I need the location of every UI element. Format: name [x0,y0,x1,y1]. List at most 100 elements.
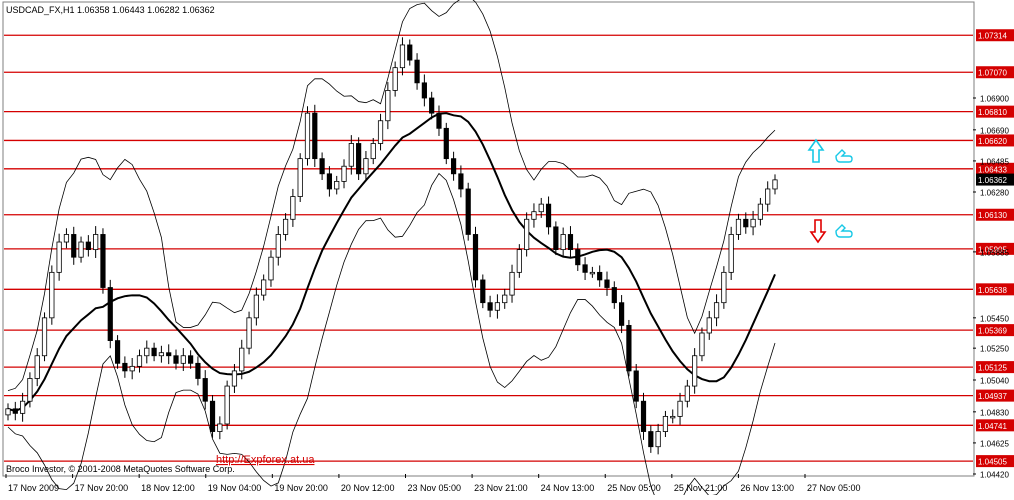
candle-body[interactable] [670,415,676,419]
candle-body[interactable] [677,400,683,417]
candle-body[interactable] [743,218,749,228]
candle-body[interactable] [392,67,398,91]
candle-body[interactable] [341,165,347,182]
candle-body[interactable] [619,302,625,326]
candle-body[interactable] [49,271,55,319]
candle-body[interactable] [326,173,333,190]
candle-body[interactable] [407,44,413,61]
candle-body[interactable] [224,385,230,425]
candle-body[interactable] [692,355,698,387]
candle-body[interactable] [246,317,252,349]
candle-body[interactable] [735,218,742,235]
candle-body[interactable] [545,203,552,228]
candle-body[interactable] [648,431,654,448]
candle-body[interactable] [553,226,559,251]
candle-body[interactable] [63,234,70,243]
candle-body[interactable] [188,355,194,364]
candle-body[interactable] [582,264,588,273]
candle-body[interactable] [567,234,574,251]
candle-body[interactable] [166,352,172,357]
candle-body[interactable] [377,120,384,144]
candle-body[interactable] [728,234,734,273]
candle-body[interactable] [93,234,99,251]
candle-body[interactable] [290,196,296,220]
candle-body[interactable] [699,332,705,357]
candle-body[interactable] [524,218,530,251]
candle-body[interactable] [144,347,150,357]
candle-body[interactable] [268,256,274,281]
candle-body[interactable] [173,355,179,364]
candle-body[interactable] [597,271,603,281]
candle-body[interactable] [261,279,267,296]
candle-body[interactable] [772,179,778,190]
candle-body[interactable] [217,423,223,432]
candle-body[interactable] [107,287,113,341]
candle-body[interactable] [604,279,610,288]
candle-body[interactable] [363,158,369,175]
candle-body[interactable] [136,355,143,367]
candle-body[interactable] [85,241,91,251]
candle-body[interactable] [472,234,479,281]
candle-body[interactable] [282,218,289,235]
candle-body[interactable] [750,218,756,228]
site-link[interactable]: http://Expforex.at.ua [216,454,315,466]
candle-body[interactable] [180,355,186,364]
candle-body[interactable] [129,365,135,372]
candle-body[interactable] [589,271,595,275]
candle-body[interactable] [304,112,311,160]
candle-body[interactable] [114,340,121,364]
candle-body[interactable] [27,378,33,402]
candle-body[interactable] [231,370,238,387]
candle-body[interactable] [202,378,208,402]
candle-body[interactable] [356,143,362,175]
candle-body[interactable] [370,143,376,160]
candle-body[interactable] [348,143,354,167]
candle-body[interactable] [5,408,11,416]
candle-body[interactable] [41,317,48,357]
candle-body[interactable] [12,408,18,414]
price-chart[interactable]: 1.07314 1.07070 1.06810 1.06620 1.06433 1.061… [0,0,1014,500]
candle-body[interactable] [465,188,471,235]
candle-body[interactable] [297,158,303,197]
candle-body[interactable] [721,271,727,304]
candle-body[interactable] [531,211,537,220]
candle-body[interactable] [78,241,84,258]
chart-canvas[interactable]: 1.07314 1.07070 1.06810 1.06620 1.06433 1.061… [0,0,1014,500]
candle-body[interactable] [195,362,201,379]
candle-body[interactable] [538,203,544,213]
candle-body[interactable] [765,188,771,205]
candle-body[interactable] [239,347,245,372]
candle-body[interactable] [626,325,632,372]
candle-body[interactable] [633,370,639,402]
candle-body[interactable] [421,82,427,99]
candle-body[interactable] [509,271,515,296]
candle-body[interactable] [443,127,449,160]
candle-body[interactable] [253,294,259,319]
candle-body[interactable] [560,234,566,251]
candle-body[interactable] [662,415,669,432]
candle-body[interactable] [151,347,157,357]
candle-body[interactable] [757,203,763,220]
candle-body[interactable] [56,241,62,273]
candle-body[interactable] [414,59,420,84]
candle-body[interactable] [480,279,486,304]
candle-body[interactable] [20,400,26,414]
candle-body[interactable] [100,234,106,288]
candle-body[interactable] [312,112,318,160]
candle-body[interactable] [34,355,40,379]
candle-body[interactable] [706,317,712,334]
candle-body[interactable] [158,352,164,357]
candle-body[interactable] [487,302,493,311]
candle-body[interactable] [713,302,720,319]
candle-body[interactable] [502,294,508,304]
candle-body[interactable] [319,158,325,175]
candle-body[interactable] [275,234,281,258]
candle-body[interactable] [450,158,457,175]
candle-body[interactable] [516,249,522,273]
candle-body[interactable] [575,249,581,266]
candle-body[interactable] [611,287,617,304]
candle-body[interactable] [640,400,647,432]
candle-body[interactable] [458,173,464,190]
candle-body[interactable] [436,112,442,129]
candle-body[interactable] [684,385,690,402]
